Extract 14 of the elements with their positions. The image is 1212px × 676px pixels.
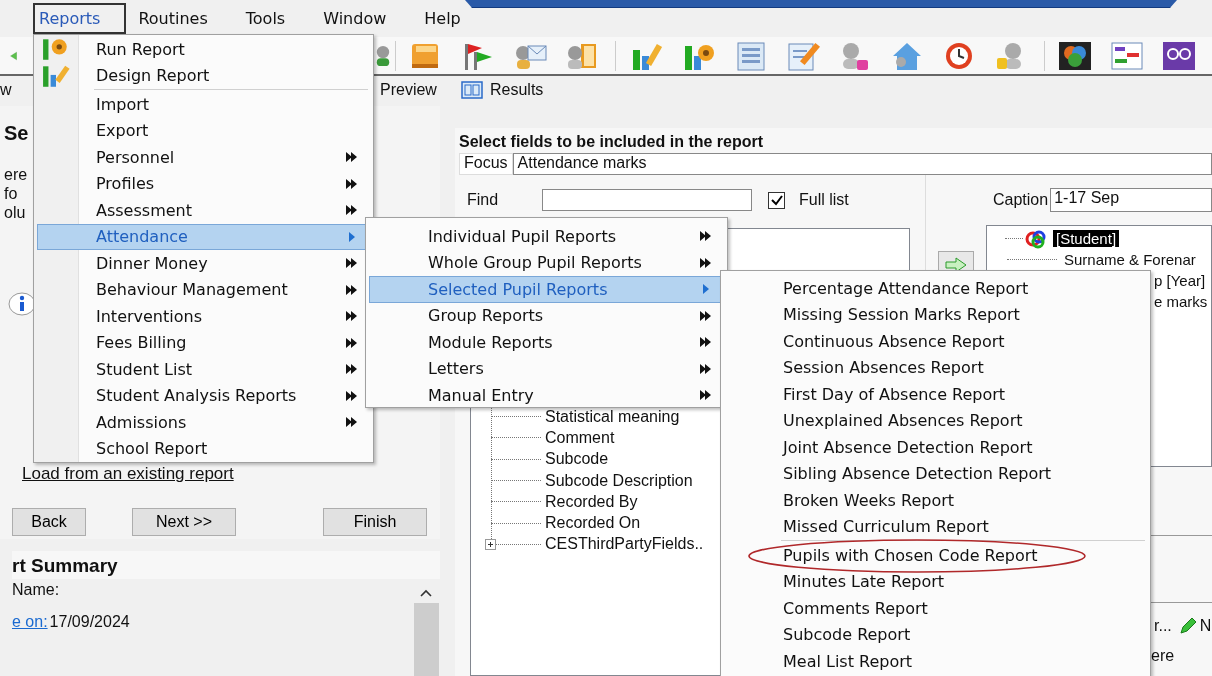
description-text: ere — [4, 165, 28, 184]
description-text: olu — [4, 203, 27, 222]
find-label: Find — [467, 191, 500, 209]
full-list-label: Full list — [799, 191, 849, 209]
date-value: 17/09/2024 — [49, 613, 130, 631]
name-label: Name: — [12, 581, 60, 599]
section-heading: Se — [4, 122, 29, 145]
focus-label: Focus — [459, 153, 513, 175]
panel-title: Select fields to be included in the report — [459, 132, 765, 151]
summary-title: rt Summary — [12, 554, 119, 578]
truncated-text: r... — [1154, 617, 1172, 635]
truncated-text: ere — [1150, 647, 1176, 665]
caption-label: Caption — [993, 191, 1049, 209]
description-text: fo — [4, 184, 19, 203]
